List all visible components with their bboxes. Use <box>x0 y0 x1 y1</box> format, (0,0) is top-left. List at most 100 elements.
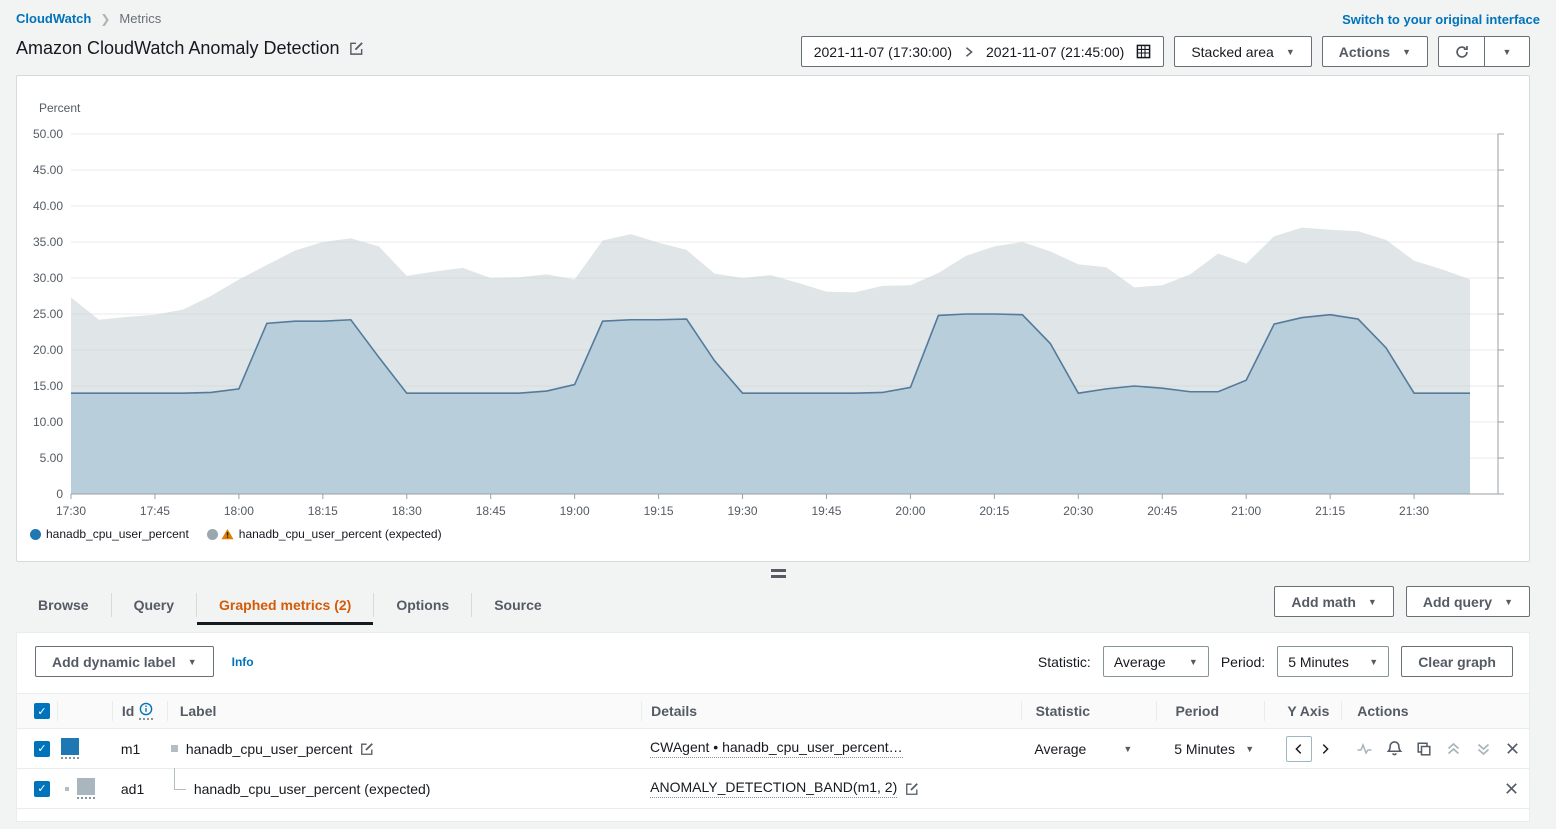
duplicate-icon[interactable] <box>1416 741 1432 757</box>
metrics-chart-panel: 50.0045.0040.0035.0030.0025.0020.0015.00… <box>16 75 1530 562</box>
table-header-row: ✓ Id Label Details Statistic Period Y Ax… <box>17 693 1529 729</box>
breadcrumb-metrics: Metrics <box>119 11 161 26</box>
metric-label: hanadb_cpu_user_percent (expected) <box>194 781 431 797</box>
svg-text:0: 0 <box>56 487 63 501</box>
warning-icon <box>221 528 234 540</box>
chart-legend: hanadb_cpu_user_percent hanadb_cpu_user_p… <box>30 527 442 541</box>
switch-interface-link[interactable]: Switch to your original interface <box>1342 12 1540 27</box>
tab-browse[interactable]: Browse <box>16 585 111 625</box>
expression-details-link[interactable]: ANOMALY_DETECTION_BAND(m1, 2) <box>650 779 897 798</box>
remove-metric-icon[interactable] <box>1504 781 1519 796</box>
svg-text:35.00: 35.00 <box>33 235 63 249</box>
row-period-value: 5 Minutes <box>1174 741 1235 757</box>
add-math-dropdown[interactable]: Add math ▼ <box>1274 586 1393 617</box>
id-column-header: Id <box>122 703 134 719</box>
row-statistic-value: Average <box>1034 741 1086 757</box>
panel-resize-handle[interactable] <box>0 569 1556 578</box>
graphed-metrics-table: ✓ Id Label Details Statistic Period Y Ax… <box>17 693 1529 809</box>
add-query-label: Add query <box>1423 594 1492 610</box>
legend-item[interactable]: hanadb_cpu_user_percent <box>30 527 189 541</box>
date-end: 2021-11-07 (21:45:00) <box>986 44 1124 60</box>
svg-text:25.00: 25.00 <box>33 307 63 321</box>
svg-text:20:00: 20:00 <box>895 504 925 518</box>
add-dynamic-label-text: Add dynamic label <box>52 654 176 670</box>
yaxis-column-header: Y Axis <box>1287 703 1329 719</box>
svg-text:19:15: 19:15 <box>644 504 674 518</box>
tab-graphed-metrics[interactable]: Graphed metrics (2) <box>197 585 373 625</box>
legend-label: hanadb_cpu_user_percent (expected) <box>239 527 442 541</box>
breadcrumb-cloudwatch[interactable]: CloudWatch <box>16 11 91 26</box>
refresh-group: ▼ <box>1438 36 1530 67</box>
date-range-picker[interactable]: 2021-11-07 (17:30:00) 2021-11-07 (21:45:… <box>801 36 1165 67</box>
metric-color-swatch[interactable] <box>77 778 95 799</box>
info-link[interactable]: Info <box>232 655 254 669</box>
clear-graph-button[interactable]: Clear graph <box>1401 646 1513 677</box>
metric-details-link[interactable]: CWAgent • hanadb_cpu_user_percent… <box>650 739 903 758</box>
metric-id: ad1 <box>121 781 144 797</box>
legend-item[interactable]: hanadb_cpu_user_percent (expected) <box>207 527 442 541</box>
svg-text:21:15: 21:15 <box>1315 504 1345 518</box>
svg-text:19:45: 19:45 <box>811 504 841 518</box>
svg-text:21:30: 21:30 <box>1399 504 1429 518</box>
chevron-down-icon: ▼ <box>1368 597 1377 607</box>
label-column-header: Label <box>180 703 217 719</box>
tab-query[interactable]: Query <box>112 585 196 625</box>
info-icon[interactable] <box>139 702 153 720</box>
edit-expression-icon[interactable] <box>905 782 919 796</box>
date-start: 2021-11-07 (17:30:00) <box>814 44 952 60</box>
select-all-checkbox[interactable]: ✓ <box>34 703 50 719</box>
actions-label: Actions <box>1339 44 1390 60</box>
metrics-chart: 50.0045.0040.0035.0030.0025.0020.0015.00… <box>17 76 1531 521</box>
chart-type-dropdown[interactable]: Stacked area ▼ <box>1174 36 1311 67</box>
chevron-down-icon: ▼ <box>1402 47 1411 57</box>
tab-options[interactable]: Options <box>374 585 471 625</box>
chevron-down-icon: ▼ <box>1189 657 1198 667</box>
tree-node-icon <box>171 745 178 752</box>
actions-column-header: Actions <box>1357 703 1408 719</box>
svg-text:10.00: 10.00 <box>33 415 63 429</box>
svg-text:19:00: 19:00 <box>560 504 590 518</box>
refresh-options-dropdown[interactable]: ▼ <box>1484 37 1529 66</box>
refresh-button[interactable] <box>1439 37 1484 66</box>
period-value: 5 Minutes <box>1288 654 1349 670</box>
chevron-down-icon: ▼ <box>188 657 197 667</box>
edit-title-icon[interactable] <box>349 41 364 56</box>
actions-dropdown[interactable]: Actions ▼ <box>1322 36 1428 67</box>
color-column-header <box>57 701 112 721</box>
row-checkbox[interactable]: ✓ <box>34 781 50 797</box>
row-checkbox[interactable]: ✓ <box>34 741 50 757</box>
calendar-icon <box>1136 44 1151 59</box>
move-down-icon[interactable] <box>1475 741 1492 757</box>
yaxis-left-button[interactable] <box>1286 736 1312 762</box>
graphed-metrics-panel: Add dynamic label ▼ Info Statistic: Aver… <box>16 632 1530 822</box>
alarm-bell-icon[interactable] <box>1386 740 1403 757</box>
svg-text:20:45: 20:45 <box>1147 504 1177 518</box>
breadcrumb: CloudWatch ❯ Metrics <box>16 11 161 26</box>
chart-type-value: Stacked area <box>1191 44 1274 60</box>
title-row: Amazon CloudWatch Anomaly Detection <box>16 38 364 59</box>
svg-text:20:30: 20:30 <box>1063 504 1093 518</box>
tree-dash-icon <box>65 787 69 791</box>
metric-color-swatch[interactable] <box>61 738 79 759</box>
row-statistic-select[interactable]: Average ▼ <box>1020 741 1156 757</box>
tab-source[interactable]: Source <box>472 585 563 625</box>
edit-label-icon[interactable] <box>360 742 374 756</box>
table-row-ad1: ✓ ad1 hanadb_cpu_user_percent (expected)… <box>17 769 1529 809</box>
yaxis-right-button[interactable] <box>1318 742 1332 756</box>
metrics-tabs: Browse Query Graphed metrics (2) Options… <box>16 585 564 625</box>
svg-text:Percent: Percent <box>39 101 81 115</box>
svg-text:20:15: 20:15 <box>979 504 1009 518</box>
svg-text:18:15: 18:15 <box>308 504 338 518</box>
add-dynamic-label-dropdown[interactable]: Add dynamic label ▼ <box>35 646 214 677</box>
statistic-value: Average <box>1114 654 1166 670</box>
add-query-dropdown[interactable]: Add query ▼ <box>1406 586 1530 617</box>
statistic-select[interactable]: Average ▼ <box>1103 646 1209 677</box>
anomaly-pulse-icon[interactable] <box>1356 741 1373 757</box>
period-select[interactable]: 5 Minutes ▼ <box>1277 646 1389 677</box>
svg-text:18:45: 18:45 <box>476 504 506 518</box>
svg-text:21:00: 21:00 <box>1231 504 1261 518</box>
row-period-select[interactable]: 5 Minutes ▼ <box>1156 741 1264 757</box>
remove-metric-icon[interactable] <box>1505 741 1520 756</box>
svg-text:15.00: 15.00 <box>33 379 63 393</box>
move-up-icon[interactable] <box>1445 741 1462 757</box>
